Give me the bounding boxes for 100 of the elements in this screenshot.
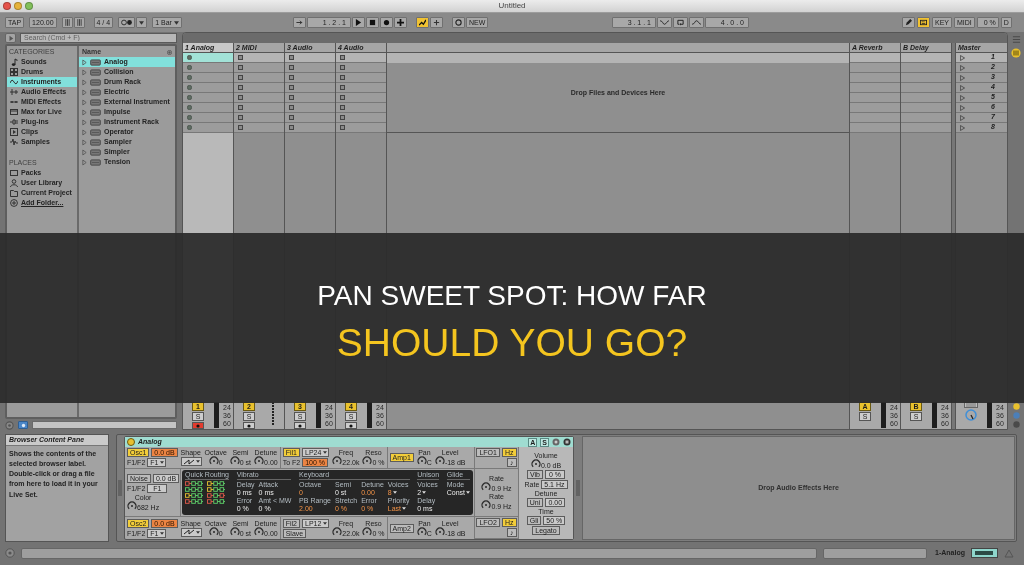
metronome-menu-button[interactable] <box>136 17 148 28</box>
draw-mode-button[interactable] <box>902 17 915 28</box>
clip-slot[interactable] <box>285 83 335 93</box>
re-enable-button[interactable] <box>430 17 443 28</box>
knob[interactable] <box>229 456 240 466</box>
routing-icon[interactable] <box>207 493 225 498</box>
knob[interactable] <box>254 456 265 466</box>
clip-slot[interactable] <box>234 63 284 73</box>
circle-icon[interactable] <box>1012 421 1020 428</box>
stop-button[interactable] <box>366 17 379 28</box>
clip-slot[interactable] <box>850 73 900 83</box>
knob[interactable] <box>530 458 541 469</box>
clip-slot[interactable] <box>850 83 900 93</box>
grip-icon[interactable] <box>118 480 122 496</box>
clip-slot[interactable] <box>336 103 386 113</box>
clip-slot[interactable] <box>183 123 233 133</box>
automation-arm-button[interactable] <box>416 17 429 28</box>
circle-icon[interactable] <box>127 438 135 446</box>
routing-icon[interactable] <box>207 487 225 492</box>
waveform-dropdown[interactable] <box>180 527 202 537</box>
clip-slot[interactable] <box>234 73 284 83</box>
clip-slot[interactable] <box>183 73 233 83</box>
clip-slot[interactable] <box>234 103 284 113</box>
clip-slot[interactable] <box>336 93 386 103</box>
clip-slot[interactable] <box>234 93 284 103</box>
routing-icon[interactable] <box>185 499 203 504</box>
clip-slot[interactable] <box>183 83 233 93</box>
loop-button[interactable] <box>673 17 688 28</box>
arm-button[interactable] <box>243 422 255 429</box>
clip-slot[interactable] <box>850 93 900 103</box>
clip-slot[interactable] <box>850 53 900 63</box>
clip-slot[interactable] <box>285 123 335 133</box>
preview-button[interactable] <box>18 421 28 429</box>
clip-slot[interactable] <box>183 63 233 73</box>
clip-slot[interactable] <box>901 83 951 93</box>
knob[interactable] <box>362 456 373 466</box>
clip-slot[interactable] <box>336 73 386 83</box>
knob[interactable] <box>127 501 137 511</box>
knob[interactable] <box>481 482 492 492</box>
clip-slot[interactable] <box>336 123 386 133</box>
knob[interactable] <box>332 526 343 537</box>
browser-toggle-button[interactable] <box>5 32 16 43</box>
clip-slot[interactable] <box>850 113 900 123</box>
knob[interactable] <box>254 526 265 537</box>
clip-slot[interactable] <box>336 53 386 63</box>
record-button[interactable] <box>380 17 393 28</box>
session-record-button[interactable] <box>452 17 465 28</box>
arm-button[interactable] <box>294 422 306 429</box>
zoom-button[interactable] <box>25 2 33 10</box>
clip-slot[interactable] <box>850 103 900 113</box>
computer-keyboard-button[interactable] <box>917 17 930 28</box>
routing-icon[interactable] <box>185 481 203 486</box>
clip-slot[interactable] <box>285 73 335 83</box>
play-button[interactable] <box>352 17 365 28</box>
bars-icon[interactable] <box>1011 48 1021 58</box>
clip-slot[interactable] <box>850 123 900 133</box>
clip-slot[interactable] <box>234 83 284 93</box>
close-button[interactable] <box>3 2 11 10</box>
clip-slot[interactable] <box>285 103 335 113</box>
overdub-button[interactable] <box>394 17 407 28</box>
clip-slot[interactable] <box>901 123 951 133</box>
clip-slot[interactable] <box>183 113 233 123</box>
clip-slot[interactable] <box>336 83 386 93</box>
clip-slot[interactable] <box>183 53 233 63</box>
circle-square-icon[interactable] <box>563 438 571 446</box>
ring-icon[interactable] <box>5 420 14 430</box>
knob[interactable] <box>416 526 427 537</box>
clip-slot[interactable] <box>901 93 951 103</box>
routing-icon[interactable] <box>185 493 203 498</box>
clip-slot[interactable] <box>285 63 335 73</box>
clip-slot[interactable] <box>285 93 335 103</box>
knob[interactable] <box>481 500 492 510</box>
clip-slot[interactable] <box>183 93 233 103</box>
list-icon[interactable] <box>1011 35 1021 44</box>
waveform-dropdown[interactable] <box>180 457 202 466</box>
routing-icon[interactable] <box>185 487 203 492</box>
knob[interactable] <box>332 456 343 466</box>
clip-slot[interactable] <box>336 113 386 123</box>
clip-slot[interactable] <box>234 113 284 123</box>
punch-out-button[interactable] <box>689 17 704 28</box>
knob[interactable] <box>208 526 219 537</box>
nudge-up-button[interactable] <box>73 17 85 28</box>
clip-slot[interactable] <box>234 53 284 63</box>
clip-slot[interactable] <box>234 123 284 133</box>
clip-slot[interactable] <box>285 113 335 123</box>
knob[interactable] <box>416 456 427 466</box>
clip-slot[interactable] <box>850 63 900 73</box>
metronome-button[interactable] <box>118 17 136 28</box>
routing-icon[interactable] <box>207 499 225 504</box>
clip-slot[interactable] <box>183 103 233 113</box>
clip-slot[interactable] <box>901 73 951 83</box>
nudge-down-button[interactable] <box>61 17 73 28</box>
cue-volume-knob[interactable] <box>965 409 977 421</box>
clip-slot[interactable] <box>285 53 335 63</box>
clip-slot[interactable] <box>901 53 951 63</box>
clip-slot[interactable] <box>901 103 951 113</box>
knob[interactable] <box>434 526 445 537</box>
clip-slot[interactable] <box>901 113 951 123</box>
knob[interactable] <box>362 526 373 537</box>
circle-icon[interactable] <box>1012 403 1020 410</box>
